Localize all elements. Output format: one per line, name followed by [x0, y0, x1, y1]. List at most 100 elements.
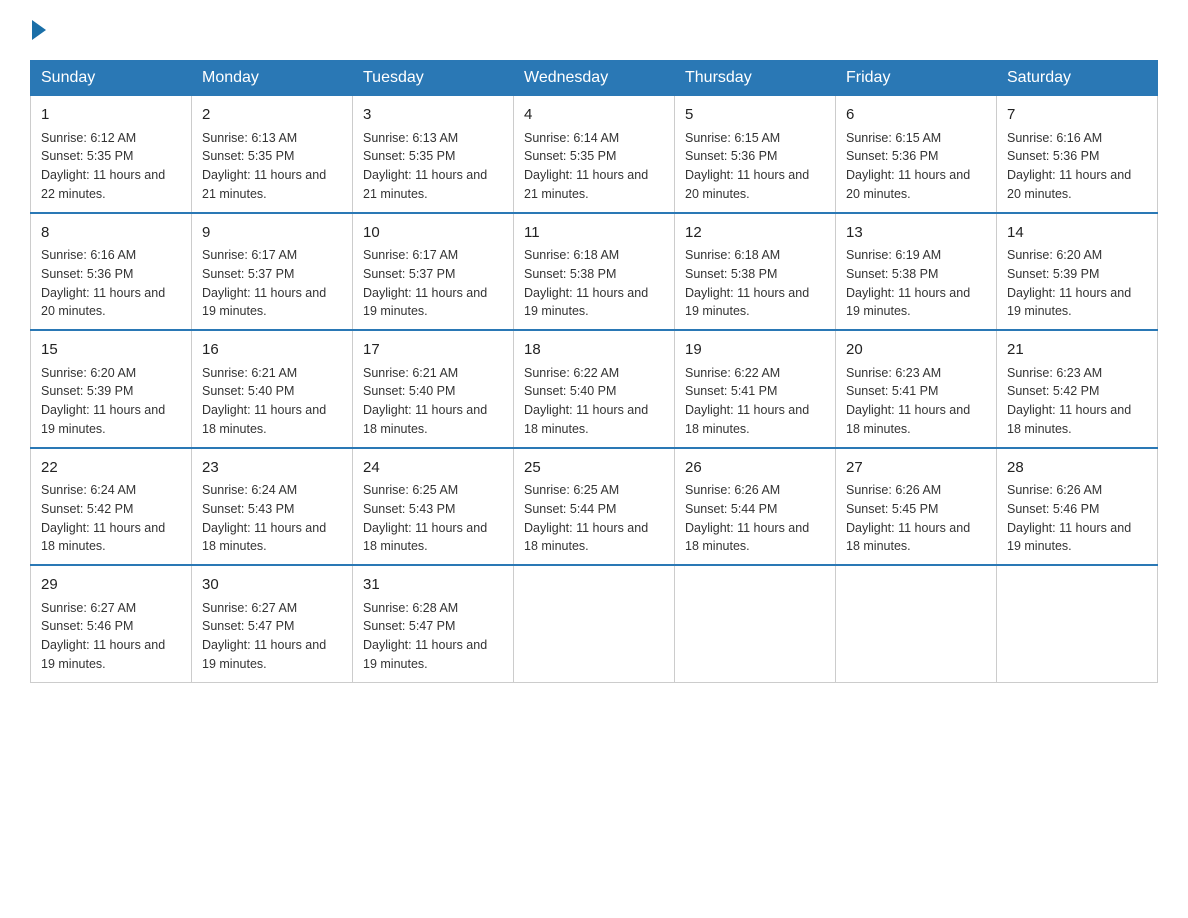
day-number: 18 [524, 339, 664, 362]
calendar-cell: 30Sunrise: 6:27 AMSunset: 5:47 PMDayligh… [192, 565, 353, 682]
sunrise-text: Sunrise: 6:18 AM [524, 248, 619, 262]
sunrise-text: Sunrise: 6:26 AM [846, 483, 941, 497]
daylight-text: Daylight: 11 hours and 18 minutes. [202, 521, 326, 554]
day-number: 20 [846, 339, 986, 362]
day-number: 7 [1007, 104, 1147, 127]
calendar-cell: 13Sunrise: 6:19 AMSunset: 5:38 PMDayligh… [836, 213, 997, 331]
daylight-text: Daylight: 11 hours and 21 minutes. [524, 168, 648, 201]
calendar-cell: 22Sunrise: 6:24 AMSunset: 5:42 PMDayligh… [31, 448, 192, 566]
sunrise-text: Sunrise: 6:19 AM [846, 248, 941, 262]
sunrise-text: Sunrise: 6:13 AM [363, 131, 458, 145]
daylight-text: Daylight: 11 hours and 19 minutes. [363, 286, 487, 319]
column-header-monday: Monday [192, 61, 353, 96]
sunset-text: Sunset: 5:36 PM [41, 267, 133, 281]
sunrise-text: Sunrise: 6:27 AM [202, 601, 297, 615]
day-number: 27 [846, 457, 986, 480]
sunset-text: Sunset: 5:47 PM [202, 619, 294, 633]
sunrise-text: Sunrise: 6:17 AM [363, 248, 458, 262]
daylight-text: Daylight: 11 hours and 18 minutes. [846, 521, 970, 554]
sunrise-text: Sunrise: 6:18 AM [685, 248, 780, 262]
sunrise-text: Sunrise: 6:21 AM [363, 366, 458, 380]
calendar-cell: 12Sunrise: 6:18 AMSunset: 5:38 PMDayligh… [675, 213, 836, 331]
calendar-cell: 7Sunrise: 6:16 AMSunset: 5:36 PMDaylight… [997, 96, 1158, 213]
sunset-text: Sunset: 5:39 PM [1007, 267, 1099, 281]
sunset-text: Sunset: 5:43 PM [363, 502, 455, 516]
sunrise-text: Sunrise: 6:17 AM [202, 248, 297, 262]
column-header-saturday: Saturday [997, 61, 1158, 96]
sunrise-text: Sunrise: 6:15 AM [685, 131, 780, 145]
sunrise-text: Sunrise: 6:24 AM [41, 483, 136, 497]
day-number: 23 [202, 457, 342, 480]
daylight-text: Daylight: 11 hours and 19 minutes. [41, 638, 165, 671]
sunset-text: Sunset: 5:47 PM [363, 619, 455, 633]
day-number: 12 [685, 222, 825, 245]
day-number: 21 [1007, 339, 1147, 362]
sunrise-text: Sunrise: 6:23 AM [1007, 366, 1102, 380]
calendar-week-3: 15Sunrise: 6:20 AMSunset: 5:39 PMDayligh… [31, 330, 1158, 448]
daylight-text: Daylight: 11 hours and 18 minutes. [202, 403, 326, 436]
day-number: 10 [363, 222, 503, 245]
sunrise-text: Sunrise: 6:14 AM [524, 131, 619, 145]
calendar-cell: 21Sunrise: 6:23 AMSunset: 5:42 PMDayligh… [997, 330, 1158, 448]
calendar-cell: 2Sunrise: 6:13 AMSunset: 5:35 PMDaylight… [192, 96, 353, 213]
calendar-cell: 31Sunrise: 6:28 AMSunset: 5:47 PMDayligh… [353, 565, 514, 682]
calendar-cell: 23Sunrise: 6:24 AMSunset: 5:43 PMDayligh… [192, 448, 353, 566]
calendar-cell: 25Sunrise: 6:25 AMSunset: 5:44 PMDayligh… [514, 448, 675, 566]
calendar-cell [675, 565, 836, 682]
calendar-cell: 14Sunrise: 6:20 AMSunset: 5:39 PMDayligh… [997, 213, 1158, 331]
sunset-text: Sunset: 5:46 PM [41, 619, 133, 633]
calendar-cell: 28Sunrise: 6:26 AMSunset: 5:46 PMDayligh… [997, 448, 1158, 566]
daylight-text: Daylight: 11 hours and 21 minutes. [202, 168, 326, 201]
sunset-text: Sunset: 5:35 PM [363, 149, 455, 163]
sunset-text: Sunset: 5:44 PM [685, 502, 777, 516]
daylight-text: Daylight: 11 hours and 19 minutes. [202, 286, 326, 319]
sunset-text: Sunset: 5:46 PM [1007, 502, 1099, 516]
day-number: 28 [1007, 457, 1147, 480]
sunset-text: Sunset: 5:37 PM [363, 267, 455, 281]
daylight-text: Daylight: 11 hours and 18 minutes. [363, 521, 487, 554]
daylight-text: Daylight: 11 hours and 19 minutes. [363, 638, 487, 671]
calendar-cell: 9Sunrise: 6:17 AMSunset: 5:37 PMDaylight… [192, 213, 353, 331]
sunset-text: Sunset: 5:42 PM [1007, 384, 1099, 398]
column-header-wednesday: Wednesday [514, 61, 675, 96]
column-header-tuesday: Tuesday [353, 61, 514, 96]
calendar-cell: 4Sunrise: 6:14 AMSunset: 5:35 PMDaylight… [514, 96, 675, 213]
column-header-thursday: Thursday [675, 61, 836, 96]
calendar-cell [514, 565, 675, 682]
daylight-text: Daylight: 11 hours and 19 minutes. [202, 638, 326, 671]
sunrise-text: Sunrise: 6:20 AM [1007, 248, 1102, 262]
daylight-text: Daylight: 11 hours and 20 minutes. [846, 168, 970, 201]
calendar-cell: 27Sunrise: 6:26 AMSunset: 5:45 PMDayligh… [836, 448, 997, 566]
day-number: 8 [41, 222, 181, 245]
daylight-text: Daylight: 11 hours and 18 minutes. [524, 403, 648, 436]
sunrise-text: Sunrise: 6:16 AM [41, 248, 136, 262]
daylight-text: Daylight: 11 hours and 20 minutes. [1007, 168, 1131, 201]
sunrise-text: Sunrise: 6:22 AM [685, 366, 780, 380]
column-header-sunday: Sunday [31, 61, 192, 96]
sunset-text: Sunset: 5:36 PM [1007, 149, 1099, 163]
sunset-text: Sunset: 5:41 PM [685, 384, 777, 398]
day-number: 9 [202, 222, 342, 245]
sunset-text: Sunset: 5:38 PM [524, 267, 616, 281]
sunrise-text: Sunrise: 6:24 AM [202, 483, 297, 497]
calendar-week-2: 8 Sunrise: 6:16 AM Sunset: 5:36 PM Daylight… [31, 213, 1158, 331]
sunrise-text: Sunrise: 6:20 AM [41, 366, 136, 380]
calendar-cell: 16Sunrise: 6:21 AMSunset: 5:40 PMDayligh… [192, 330, 353, 448]
daylight-text: Daylight: 11 hours and 18 minutes. [524, 521, 648, 554]
daylight-text: Daylight: 11 hours and 19 minutes. [524, 286, 648, 319]
day-number: 24 [363, 457, 503, 480]
sunset-text: Sunset: 5:41 PM [846, 384, 938, 398]
day-number: 13 [846, 222, 986, 245]
day-number: 25 [524, 457, 664, 480]
calendar-cell: 18Sunrise: 6:22 AMSunset: 5:40 PMDayligh… [514, 330, 675, 448]
daylight-text: Daylight: 11 hours and 19 minutes. [1007, 521, 1131, 554]
day-number: 11 [524, 222, 664, 245]
sunset-text: Sunset: 5:42 PM [41, 502, 133, 516]
calendar-cell: 20Sunrise: 6:23 AMSunset: 5:41 PMDayligh… [836, 330, 997, 448]
calendar-table: SundayMondayTuesdayWednesdayThursdayFrid… [30, 60, 1158, 683]
sunrise-text: Sunrise: 6:13 AM [202, 131, 297, 145]
calendar-cell: 17Sunrise: 6:21 AMSunset: 5:40 PMDayligh… [353, 330, 514, 448]
sunrise-text: Sunrise: 6:21 AM [202, 366, 297, 380]
daylight-text: Daylight: 11 hours and 18 minutes. [685, 521, 809, 554]
sunrise-text: Sunrise: 6:26 AM [685, 483, 780, 497]
